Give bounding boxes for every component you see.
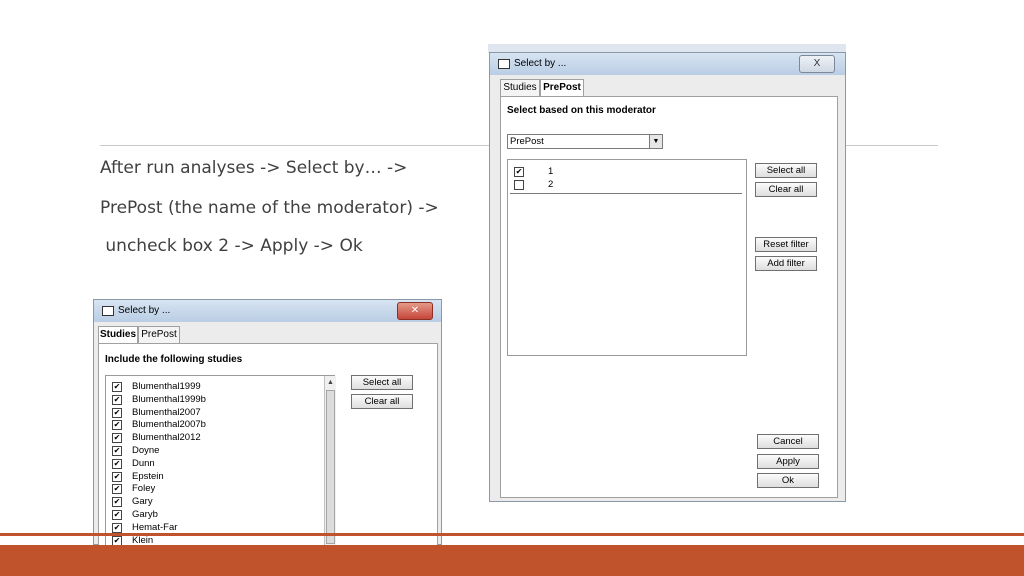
panel-heading: Select based on this moderator (507, 105, 656, 116)
instruction-line-3: uncheck box 2 -> Apply -> Ok (100, 236, 363, 256)
apply-button[interactable]: Apply (757, 454, 819, 469)
checkbox-icon[interactable]: ✔ (112, 522, 122, 533)
select-by-dialog-prepost: Select by ... X Studies PrePost Select b… (489, 52, 846, 502)
dropdown-arrow-icon[interactable]: ▼ (649, 135, 662, 148)
select-all-button[interactable]: Select all (351, 375, 413, 390)
tab-prepost[interactable]: PrePost (540, 79, 584, 97)
moderator-values-list[interactable]: ✔ 1 2 (507, 159, 747, 356)
studies-panel: Include the following studies ✔ Blumentha… (98, 343, 438, 547)
studies-list[interactable]: ✔ Blumenthal1999 ✔ Blumenthal1999b ✔ Blumenth… (105, 375, 336, 547)
checkbox-icon[interactable]: ✔ (112, 510, 122, 520)
studies-scrollbar[interactable]: ▲ (324, 376, 336, 547)
add-filter-button[interactable]: Add filter (755, 256, 817, 271)
dialog-titlebar[interactable]: Select by ... X (490, 53, 845, 75)
clear-all-button[interactable]: Clear all (351, 394, 413, 409)
checkbox-icon[interactable]: ✔ (112, 484, 122, 495)
dialog-title: Select by ... (514, 58, 567, 69)
moderator-select[interactable]: PrePost ▼ (507, 134, 663, 149)
checkbox-icon[interactable]: ✔ (112, 471, 122, 482)
clear-all-button[interactable]: Clear all (755, 182, 817, 197)
list-item-label: Blumenthal2007 (132, 406, 201, 418)
moderator-value: PrePost (510, 136, 544, 147)
tab-studies[interactable]: Studies (500, 79, 540, 96)
checkbox-icon[interactable]: ✔ (112, 433, 122, 444)
list-item-label: Doyne (132, 445, 160, 456)
list-item-label: Garyb (132, 509, 158, 520)
scroll-up-icon[interactable]: ▲ (325, 377, 336, 389)
list-item-label: Blumenthal1999b (132, 393, 206, 405)
select-all-button[interactable]: Select all (755, 163, 817, 178)
tab-studies[interactable]: Studies (98, 326, 138, 344)
checkbox-icon[interactable]: ✔ (112, 458, 122, 469)
select-by-dialog-studies: Select by ... ✕ Studies PrePost Include … (93, 299, 442, 547)
close-icon[interactable]: X (799, 55, 835, 73)
dialog-titlebar[interactable]: Select by ... ✕ (94, 300, 441, 322)
list-item-label: 1 (548, 166, 554, 177)
window-icon (102, 306, 114, 316)
checkbox-icon[interactable]: ✔ (112, 394, 122, 405)
list-underline (510, 193, 742, 194)
footer-accent-bar (0, 545, 1024, 576)
list-item-label: Blumenthal1999 (132, 381, 201, 392)
prepost-panel: Select based on this moderator PrePost ▼… (500, 96, 838, 498)
instruction-line-2: PrePost (the name of the moderator) -> (100, 198, 439, 218)
list-item-label: Foley (132, 483, 156, 495)
tab-prepost[interactable]: PrePost (138, 326, 180, 343)
checkbox-icon[interactable] (514, 180, 524, 190)
list-item-label: 2 (548, 179, 554, 190)
checkbox-icon[interactable]: ✔ (112, 420, 122, 431)
checkbox-icon[interactable]: ✔ (112, 407, 122, 418)
instruction-line-1: After run analyses -> Select by… -> (100, 158, 408, 178)
ok-button[interactable]: Ok (757, 473, 819, 488)
footer-accent-line (0, 533, 1024, 536)
list-item-label: Hemat-Far (132, 521, 178, 533)
reset-filter-button[interactable]: Reset filter (755, 237, 817, 252)
cancel-button[interactable]: Cancel (757, 434, 819, 449)
list-item-label: Gary (132, 496, 153, 508)
checkbox-icon[interactable]: ✔ (112, 382, 122, 392)
close-icon[interactable]: ✕ (397, 302, 433, 320)
checkbox-icon[interactable]: ✔ (514, 167, 524, 177)
list-item-label: Blumenthal2012 (132, 432, 201, 444)
scroll-thumb[interactable] (326, 390, 335, 544)
window-icon (498, 59, 510, 69)
panel-heading: Include the following studies (105, 354, 243, 365)
list-item-label: Epstein (132, 470, 164, 482)
checkbox-icon[interactable]: ✔ (112, 497, 122, 508)
list-item-label: Dunn (132, 457, 155, 469)
list-item-label: Blumenthal2007b (132, 419, 206, 431)
dialog-title: Select by ... (118, 305, 171, 316)
checkbox-icon[interactable]: ✔ (112, 446, 122, 456)
